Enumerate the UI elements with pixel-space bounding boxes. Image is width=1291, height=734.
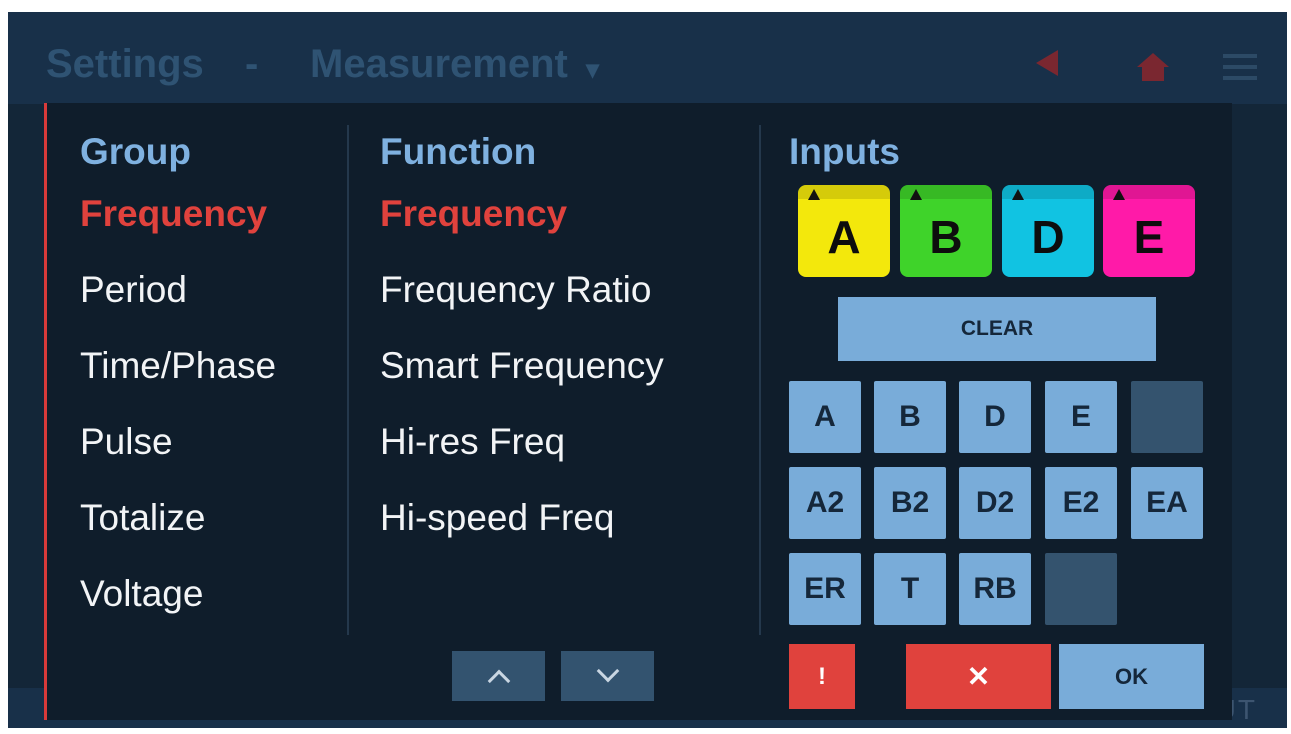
key-empty [1045, 553, 1117, 625]
scroll-up-button[interactable] [452, 651, 545, 701]
group-item-period[interactable]: Period [80, 267, 276, 343]
group-item-pulse[interactable]: Pulse [80, 419, 276, 495]
function-list: Frequency Frequency Ratio Smart Frequenc… [380, 191, 664, 571]
breadcrumb-settings[interactable]: Settings [46, 42, 204, 87]
channel-marker-icon [808, 189, 820, 200]
cancel-button[interactable]: ✕ [906, 644, 1051, 709]
group-item-frequency[interactable]: Frequency [80, 191, 276, 267]
key-b2[interactable]: B2 [874, 467, 946, 539]
key-b[interactable]: B [874, 381, 946, 453]
key-ea[interactable]: EA [1131, 467, 1203, 539]
key-empty [1131, 381, 1203, 453]
close-icon: ✕ [966, 661, 991, 692]
group-item-voltage[interactable]: Voltage [80, 571, 276, 647]
key-d2[interactable]: D2 [959, 467, 1031, 539]
input-badge-b[interactable]: B [900, 185, 992, 277]
key-e[interactable]: E [1045, 381, 1117, 453]
function-item-frequency[interactable]: Frequency [380, 191, 664, 267]
breadcrumb-separator: - [245, 42, 259, 86]
key-e2[interactable]: E2 [1045, 467, 1117, 539]
group-item-totalize[interactable]: Totalize [80, 495, 276, 571]
menu-icon[interactable] [1223, 54, 1257, 80]
warning-button[interactable]: ! [789, 644, 855, 709]
top-bar: Settings - Measurement ▾ [8, 12, 1287, 104]
key-rb[interactable]: RB [959, 553, 1031, 625]
chevron-up-icon [487, 669, 510, 693]
clear-button[interactable]: CLEAR [838, 297, 1156, 361]
group-item-time-phase[interactable]: Time/Phase [80, 343, 276, 419]
function-item-smart-frequency[interactable]: Smart Frequency [380, 343, 664, 419]
function-item-hi-speed-freq[interactable]: Hi-speed Freq [380, 495, 664, 571]
input-badge-d[interactable]: D [1002, 185, 1094, 277]
measurement-dialog: Group Frequency Period Time/Phase Pulse … [44, 103, 1232, 720]
key-er[interactable]: ER [789, 553, 861, 625]
function-item-frequency-ratio[interactable]: Frequency Ratio [380, 267, 664, 343]
channel-marker-icon [910, 189, 922, 200]
key-t[interactable]: T [874, 553, 946, 625]
function-item-hi-res-freq[interactable]: Hi-res Freq [380, 419, 664, 495]
input-badge-a[interactable]: A [798, 185, 890, 277]
chevron-down-icon[interactable]: ▾ [586, 54, 599, 85]
key-a[interactable]: A [789, 381, 861, 453]
key-a2[interactable]: A2 [789, 467, 861, 539]
column-divider [759, 125, 761, 635]
chevron-down-icon [596, 659, 619, 683]
scroll-down-button[interactable] [561, 651, 654, 701]
function-title: Function [380, 131, 537, 172]
column-divider [347, 125, 349, 635]
group-title: Group [80, 131, 191, 172]
channel-marker-icon [1012, 189, 1024, 200]
channel-marker-icon [1113, 189, 1125, 200]
key-d[interactable]: D [959, 381, 1031, 453]
breadcrumb-measurement[interactable]: Measurement [310, 42, 568, 87]
inputs-title: Inputs [789, 131, 900, 172]
group-list: Frequency Period Time/Phase Pulse Totali… [80, 191, 276, 647]
ok-button[interactable]: OK [1059, 644, 1204, 709]
input-badge-e[interactable]: E [1103, 185, 1195, 277]
back-icon[interactable] [1036, 50, 1058, 76]
home-icon[interactable] [1136, 52, 1170, 82]
